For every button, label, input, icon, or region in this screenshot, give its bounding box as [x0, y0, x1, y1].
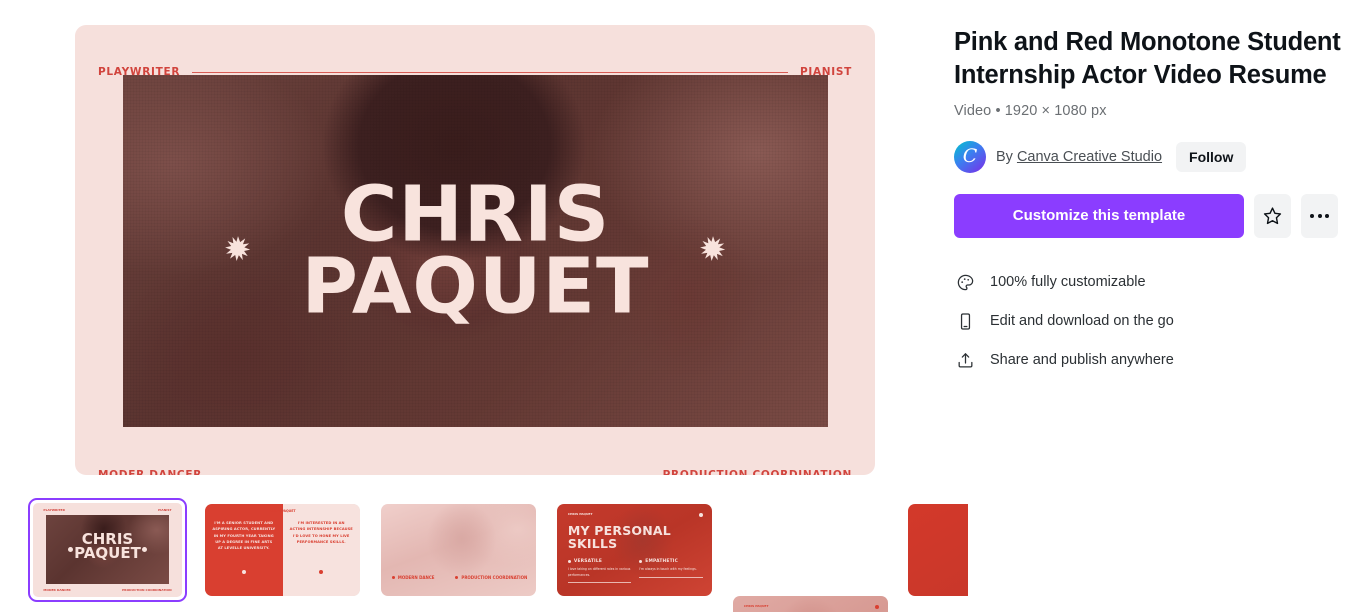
thumb4-corner-dot-icon [698, 513, 703, 518]
thumb5-corner-dot-icon [874, 605, 879, 610]
author-row: C By Canva Creative Studio Follow [954, 140, 1350, 173]
thumb1-tag-bottom-right: PRODUCTION COORDINATION [122, 588, 172, 593]
star-icon [1263, 207, 1282, 225]
thumb2-right-text: I'M INTERESTED IN AN ACTING INTERNSHIP B… [289, 521, 353, 544]
palette-icon [954, 273, 976, 292]
feature-item-mobile: Edit and download on the go [954, 302, 1350, 341]
thumb1-tag-bottom-left: MODER DANCER [43, 588, 71, 593]
avatar-letter: C [962, 145, 978, 168]
author-link[interactable]: Canva Creative Studio [1017, 149, 1162, 165]
thumb2-right-half: I'M INTERESTED IN AN ACTING INTERNSHIP B… [282, 504, 360, 596]
thumbnail-4[interactable]: CHRIS PAQUET MY PERSONAL SKILLS VERSATIL… [557, 504, 712, 596]
slide-preview[interactable]: PLAYWRITER PIANIST CHRIS PAQUET MODER DA… [75, 25, 875, 475]
feature-item-customizable: 100% fully customizable [954, 263, 1350, 302]
share-icon [954, 351, 976, 370]
thumbnail-2[interactable]: CHRIS PAQUET I'M A SENIOR STUDENT AND AS… [205, 504, 360, 596]
thumb1-name-line-2: PAQUET [74, 543, 141, 562]
avatar: C [954, 140, 986, 173]
thumb1-name: CHRIS PAQUET [46, 532, 168, 562]
feature-label: 100% fully customizable [990, 274, 1146, 291]
thumb1-tag-top-right: PIANIST [158, 507, 172, 512]
template-meta: Video • 1920 × 1080 px [954, 102, 1107, 119]
thumb5-brand: CHRIS PAQUET [743, 604, 769, 609]
mobile-icon [954, 312, 976, 331]
thumb2-left-half: I'M A SENIOR STUDENT AND ASPIRING ACTOR,… [205, 504, 283, 596]
thumbnail-1-selected[interactable]: PLAYWRITER PIANIST CHRIS PAQUET MODER DA… [28, 498, 187, 602]
thumbnail-5[interactable]: CHRIS PAQUET MY EXTRACURRICULAR SKILLS V… [733, 596, 888, 612]
slide-name-line-2: PAQUET [301, 242, 650, 331]
customize-template-button[interactable]: Customize this template [954, 193, 1244, 238]
thumb3-label-a: MODERN DANCE [392, 575, 435, 580]
thumb4-heading: MY PERSONAL SKILLS [567, 523, 671, 552]
template-detail-page: PLAYWRITER PIANIST CHRIS PAQUET MODER DA… [0, 0, 1350, 612]
thumb1-tag-top-left: PLAYWRITER [43, 507, 65, 512]
feature-item-share: Share and publish anywhere [954, 341, 1350, 380]
thumb2-left-text: I'M A SENIOR STUDENT AND ASPIRING ACTOR,… [212, 521, 276, 551]
by-prefix: By [996, 148, 1013, 165]
template-info-panel: Pink and Red Monotone Student Internship… [954, 0, 1350, 612]
slide-bottom-rule [214, 474, 651, 475]
thumb4-col2-rule [639, 576, 703, 578]
slide-bottom-labels: MODER DANCER PRODUCTION COORDINATION [98, 469, 852, 475]
follow-button[interactable]: Follow [1176, 141, 1247, 172]
thumb4-col2-title: EMPATHETIC [639, 559, 702, 564]
slide-label-production-coordination: PRODUCTION COORDINATION [662, 469, 852, 475]
slide-label-moder-dancer: MODER DANCER [98, 469, 202, 475]
thumb2-left-dot-icon [241, 570, 246, 574]
thumbnail-strip: PLAYWRITER PIANIST CHRIS PAQUET MODER DA… [0, 498, 968, 612]
thumb4-col2-body: I'm always in touch with my feelings. [639, 567, 697, 572]
slide-name-line-1: CHRIS [340, 170, 611, 260]
thumbnail-3[interactable]: MODERN DANCE PRODUCTION COORDINATION [381, 504, 536, 596]
slide-photo: CHRIS PAQUET [123, 75, 828, 427]
ellipsis-icon [1310, 213, 1329, 218]
thumb4-columns: VERSATILE I love taking on different rol… [567, 559, 703, 584]
slide-top-rule [192, 71, 788, 73]
feature-label: Edit and download on the go [990, 313, 1174, 330]
thumb1-photo: CHRIS PAQUET [46, 515, 169, 584]
slide-title-text: CHRIS PAQUET [123, 170, 828, 331]
thumb4-col1-title: VERSATILE [568, 559, 631, 564]
thumb4-col1-body: I love taking on different roles in vari… [567, 567, 631, 577]
thumb4-column: VERSATILE I love taking on different rol… [567, 559, 632, 584]
author-byline: By Canva Creative Studio [996, 149, 1162, 165]
thumb3-label-b: PRODUCTION COORDINATION [455, 575, 527, 580]
favorite-button[interactable] [1254, 193, 1291, 238]
page-title: Pink and Red Monotone Student Internship… [954, 28, 1341, 89]
thumb4-col1-rule [567, 582, 632, 584]
feature-list: 100% fully customizable Edit and downloa… [954, 263, 1350, 380]
feature-label: Share and publish anywhere [990, 352, 1174, 369]
thumb4-brand: CHRIS PAQUET [567, 512, 593, 517]
thumbnail-1-content: PLAYWRITER PIANIST CHRIS PAQUET MODER DA… [33, 503, 182, 597]
cta-row: Customize this template [954, 193, 1350, 238]
thumb2-right-dot-icon [319, 570, 324, 574]
thumb2-header: CHRIS PAQUET [269, 509, 296, 513]
preview-column: PLAYWRITER PIANIST CHRIS PAQUET MODER DA… [0, 0, 968, 612]
thumb4-column: EMPATHETIC I'm always in touch with my f… [639, 559, 703, 583]
more-options-button[interactable] [1301, 193, 1338, 238]
